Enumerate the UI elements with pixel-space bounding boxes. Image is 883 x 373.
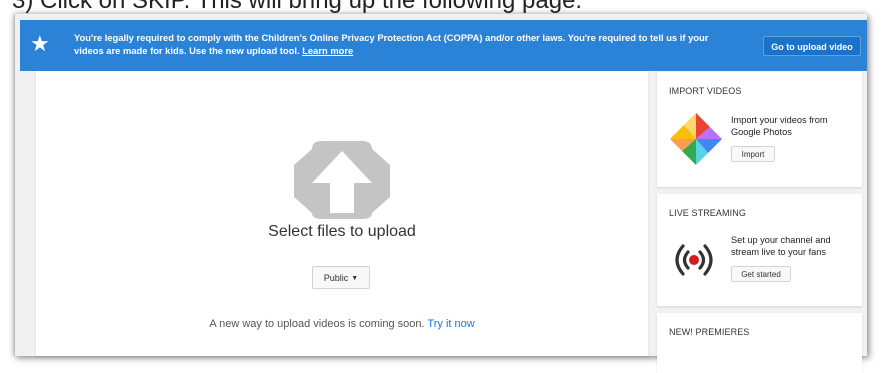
google-photos-pinwheel-icon (670, 113, 722, 165)
import-videos-heading: IMPORT VIDEOS (669, 86, 742, 96)
star-icon: ★ (30, 31, 50, 56)
coppa-banner: ★ You're legally required to comply with… (20, 20, 867, 71)
select-files-heading[interactable]: Select files to upload (36, 223, 648, 241)
live-streaming-heading: LIVE STREAMING (669, 208, 746, 218)
premieres-heading: NEW! PREMIERES (669, 327, 750, 337)
upload-panel: Select files to upload Public ▼ A new way… (36, 71, 648, 356)
caret-down-icon: ▼ (351, 275, 359, 282)
import-videos-description: Import your videos from Google Photos (731, 115, 828, 137)
get-started-button[interactable]: Get started (731, 266, 791, 282)
notice-text: A new way to upload videos is coming soo… (209, 318, 425, 330)
try-it-now-link[interactable]: Try it now (427, 318, 474, 330)
live-broadcast-icon (675, 244, 713, 276)
live-streaming-description: Set up your channel and stream live to y… (731, 235, 831, 257)
frame-edge (14, 14, 15, 356)
privacy-dropdown[interactable]: Public ▼ (312, 266, 370, 289)
learn-more-link[interactable]: Learn more (302, 45, 353, 56)
upload-arrow-icon[interactable] (292, 141, 392, 219)
privacy-value: Public (323, 273, 349, 283)
banner-message: You're legally required to comply with t… (74, 31, 734, 57)
live-streaming-card: LIVE STREAMING Set up your channel and s… (657, 194, 862, 306)
document-caption: 3) Click on SKIP. This will bring up the… (12, 0, 583, 14)
go-to-upload-video-button[interactable]: Go to upload video (763, 36, 861, 56)
new-upload-notice: A new way to upload videos is coming soo… (36, 318, 648, 330)
import-videos-card: IMPORT VIDEOS Import your videos from Go… (657, 72, 862, 187)
banner-message-text: You're legally required to comply with t… (74, 32, 709, 56)
import-button[interactable]: Import (731, 146, 775, 162)
premieres-card: NEW! PREMIERES (657, 313, 862, 373)
